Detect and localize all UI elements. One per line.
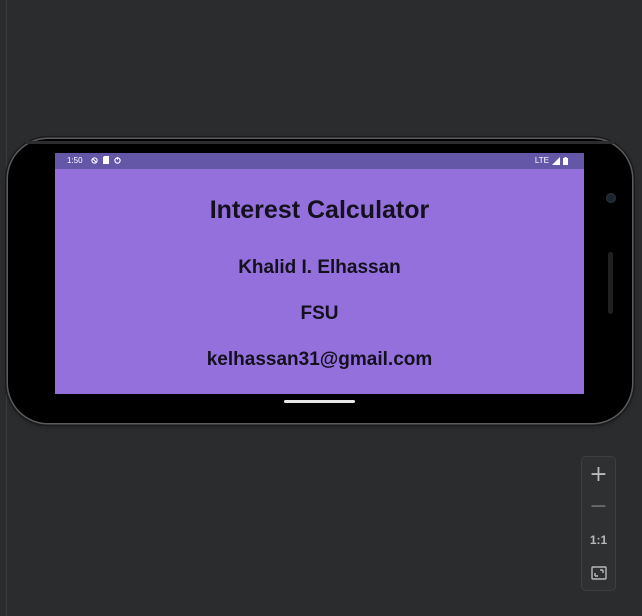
battery-icon (563, 156, 568, 165)
device-screen[interactable]: 1:50 LTE Interest Calculator Khalid I. E… (55, 153, 584, 394)
author-school: FSU (300, 303, 339, 324)
signal-icon (552, 156, 560, 165)
app-title: Interest Calculator (209, 196, 430, 224)
zoom-fit-button[interactable] (582, 556, 615, 589)
network-type: LTE (534, 156, 549, 165)
zoom-out-button[interactable]: − (582, 490, 615, 523)
emulator-canvas: 1:50 LTE Interest Calculator Khalid I. E… (0, 0, 642, 616)
phone-speaker-grille (608, 252, 613, 314)
author-email: kelhassan31@gmail.com (206, 349, 433, 370)
panel-divider (6, 0, 7, 616)
status-time: 1:50 (67, 156, 83, 165)
sync-icon (114, 156, 121, 164)
zoom-in-button[interactable]: + (582, 458, 615, 491)
zoom-controls: + − 1:1 (582, 457, 615, 590)
author-name: Khalid I. Elhassan (238, 257, 401, 278)
zoom-actual-size-button[interactable]: 1:1 (582, 523, 615, 556)
status-system-icons: LTE (535, 156, 568, 165)
status-notification-icons (91, 156, 121, 164)
camera-icon (607, 194, 615, 202)
status-bar: 1:50 LTE (55, 153, 584, 169)
phone-bezel-highlight (26, 141, 614, 144)
sim-card-icon (103, 156, 109, 164)
home-gesture-bar[interactable] (284, 400, 355, 403)
do-not-disturb-icon (91, 156, 98, 164)
fit-screen-icon (590, 565, 607, 580)
app-content: Interest Calculator Khalid I. Elhassan F… (55, 169, 584, 394)
